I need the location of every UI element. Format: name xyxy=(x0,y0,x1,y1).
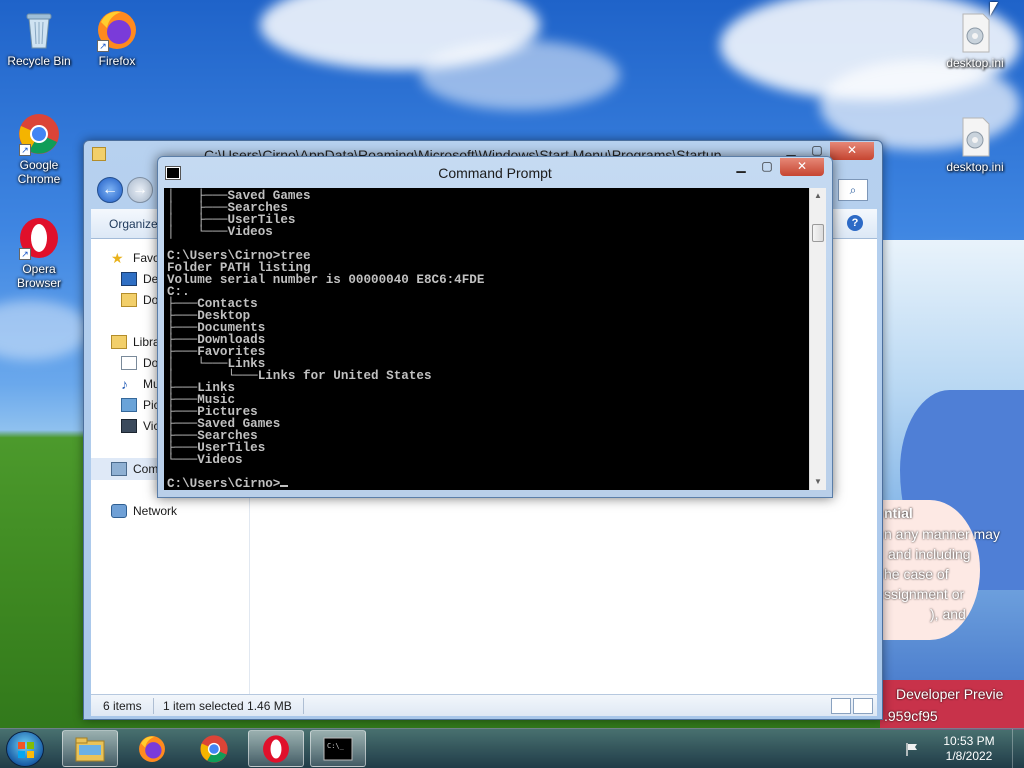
wallpaper-text: ), and xyxy=(930,606,966,622)
settings-file-icon xyxy=(953,114,997,158)
folder-icon xyxy=(75,737,105,761)
taskbar-chrome[interactable] xyxy=(186,730,242,767)
desktop-icon-label: Recycle Bin xyxy=(7,54,71,68)
wallpaper-text: ntial xyxy=(884,505,913,521)
network-icon xyxy=(111,504,127,518)
nav-libraries[interactable]: Libra xyxy=(111,335,160,349)
settings-file-icon xyxy=(953,10,997,54)
document-icon xyxy=(121,356,137,370)
desktop-icon-chrome[interactable]: ↗ Google Chrome xyxy=(3,112,75,186)
selection-info: 1 item selected 1.46 MB xyxy=(163,699,292,713)
nav-downloads[interactable]: Do xyxy=(121,293,158,307)
wallpaper-cloud xyxy=(0,300,90,360)
console-text: │ ├───Saved Games │ ├───Searches │ ├───U… xyxy=(167,189,485,490)
firefox-icon xyxy=(139,735,165,762)
recycle-bin-icon xyxy=(17,8,61,52)
command-prompt-window[interactable]: Command Prompt ▁ ▢ ✕ │ ├───Saved Games │… xyxy=(157,156,833,498)
show-desktop-button[interactable] xyxy=(1012,729,1024,768)
maximize-button[interactable]: ▢ xyxy=(754,158,780,176)
desktop-icon-desktop-ini[interactable]: desktop.ini xyxy=(939,10,1011,70)
scroll-down-icon[interactable]: ▼ xyxy=(810,474,826,490)
taskbar: C:\_ 10:53 PM 1/8/2022 xyxy=(0,728,1024,768)
close-button[interactable]: ✕ xyxy=(780,158,824,176)
console-output[interactable]: │ ├───Saved Games │ ├───Searches │ ├───U… xyxy=(164,188,809,490)
desktop-icon-label: Firefox xyxy=(98,54,136,68)
vertical-scrollbar[interactable]: ▲ ▼ xyxy=(809,188,826,490)
libraries-icon xyxy=(111,335,127,349)
status-bar: 6 items 1 item selected 1.46 MB xyxy=(91,694,877,716)
desktop-icon-label: desktop.ini xyxy=(946,160,1004,174)
close-button[interactable]: ✕ xyxy=(830,142,874,160)
chrome-icon xyxy=(200,734,228,763)
desktop-icon-label: Opera Browser xyxy=(16,262,61,290)
details-view-button[interactable] xyxy=(831,698,851,714)
text-cursor xyxy=(280,485,289,487)
search-icon[interactable]: ⌕ xyxy=(838,179,868,201)
taskbar-opera[interactable] xyxy=(248,730,304,767)
forward-button[interactable]: → xyxy=(127,177,153,203)
folder-icon xyxy=(92,147,106,161)
action-center-flag-icon[interactable] xyxy=(904,741,920,757)
minimize-button[interactable]: ▁ xyxy=(728,158,754,176)
wallpaper-character-art xyxy=(880,240,1024,730)
item-count: 6 items xyxy=(103,699,142,713)
computer-icon xyxy=(111,462,127,476)
wallpaper-cloud xyxy=(420,40,620,110)
nav-documents[interactable]: Do xyxy=(121,356,158,370)
clock-time: 10:53 PM xyxy=(943,734,995,748)
nav-videos[interactable]: Vic xyxy=(121,419,159,433)
firefox-icon: ↗ xyxy=(95,8,139,52)
desktop-icon-label: Google Chrome xyxy=(17,158,61,186)
start-button[interactable] xyxy=(6,731,44,767)
taskbar-cmd[interactable]: C:\_ xyxy=(310,730,366,767)
nav-desktop[interactable]: De xyxy=(121,272,158,286)
mouse-pointer xyxy=(990,2,998,16)
wallpaper-text: he case of xyxy=(884,566,949,582)
wallpaper-text: .959cf95 xyxy=(884,708,938,724)
pictures-icon xyxy=(121,398,137,412)
desktop-icon xyxy=(121,272,137,286)
back-button[interactable]: ← xyxy=(97,177,123,203)
organize-button[interactable]: Organize xyxy=(109,217,158,231)
star-icon: ★ xyxy=(111,250,124,266)
clock-date: 1/8/2022 xyxy=(945,749,993,763)
nav-favorites[interactable]: ★ Favo xyxy=(111,251,160,265)
wallpaper-text: n any manner may xyxy=(884,526,1000,542)
cmd-icon: C:\_ xyxy=(323,737,353,760)
help-icon[interactable]: ? xyxy=(847,215,863,231)
chrome-icon: ↗ xyxy=(17,112,61,156)
opera-icon: ↗ xyxy=(17,216,61,260)
desktop-icon-desktop-ini[interactable]: desktop.ini xyxy=(939,114,1011,174)
folder-icon xyxy=(121,293,137,307)
scroll-thumb[interactable] xyxy=(812,224,824,242)
nav-pictures[interactable]: Pic xyxy=(121,398,160,412)
taskbar-explorer[interactable] xyxy=(62,730,118,767)
desktop-icon-firefox[interactable]: ↗ Firefox xyxy=(81,8,153,68)
nav-music[interactable]: ♪ Mu xyxy=(121,377,160,391)
desktop-icon-opera[interactable]: ↗ Opera Browser xyxy=(3,216,75,290)
taskbar-firefox[interactable] xyxy=(124,730,180,767)
desktop-icon-recycle-bin[interactable]: Recycle Bin xyxy=(3,8,75,68)
wallpaper-text: Developer Previe xyxy=(896,686,1004,702)
desktop-icon-label: desktop.ini xyxy=(946,56,1004,70)
opera-icon xyxy=(263,734,289,763)
music-icon: ♪ xyxy=(121,376,128,392)
system-clock[interactable]: 10:53 PM 1/8/2022 xyxy=(924,734,1014,764)
videos-icon xyxy=(121,419,137,433)
svg-text:C:\_: C:\_ xyxy=(327,742,345,750)
preview-pane-button[interactable] xyxy=(853,698,873,714)
wallpaper-text: ssignment or xyxy=(884,586,965,602)
wallpaper-text: and including xyxy=(888,546,971,562)
scroll-up-icon[interactable]: ▲ xyxy=(810,188,826,204)
windows-logo-icon xyxy=(18,742,34,758)
nav-network[interactable]: Network xyxy=(111,504,177,518)
